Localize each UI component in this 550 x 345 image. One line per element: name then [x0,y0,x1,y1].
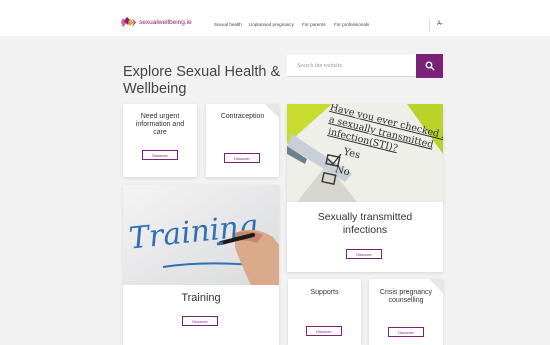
discover-button[interactable]: Discover [224,153,260,163]
logo-mark-icon [121,17,136,27]
nav-for-parents[interactable]: For parents [302,22,326,27]
language-icon[interactable]: A̶ [437,21,441,27]
logo-text: sexualwellbeing.ie [139,19,192,26]
discover-button[interactable]: Discover [346,249,382,259]
search-button[interactable] [416,54,443,78]
card-urgent-care: Need urgent information and care Discove… [123,104,197,177]
card-title: Supports [310,289,339,296]
training-photo: Training [123,185,279,285]
nav-for-professionals[interactable]: For professionals [334,22,369,27]
nav-unplanned-pregnancy[interactable]: Unplanned pregnancy [249,22,294,27]
card-training: Training Training Discover [123,185,279,345]
card-title: Training [181,292,221,304]
card-title: Contraception [220,113,265,120]
card-crisis-pregnancy: Crisis pregnancy counselling Discover [369,279,443,345]
card-contraception: Contraception Discover [206,104,279,177]
card-title: Sexually transmitted infections [317,211,413,236]
sti-photo: Have you ever checked for a sexually tra… [287,104,443,202]
discover-button[interactable]: Discover [142,150,178,160]
page-title: Explore Sexual Health & Wellbeing [123,63,281,98]
discover-button[interactable]: Discover [388,327,424,337]
card-sti: Have you ever checked for a sexually tra… [287,104,443,272]
site-logo[interactable]: sexualwellbeing.ie [121,17,192,28]
site-header: sexualwellbeing.ie Sexual health Unplann… [0,0,550,37]
card-title: Need urgent information and care [135,113,185,136]
card-title: Crisis pregnancy counselling [379,289,433,304]
discover-button[interactable]: Discover [306,326,342,336]
search-icon [425,61,435,71]
nav-divider [429,18,430,32]
card-supports: Supports Discover [288,279,361,345]
search-input[interactable] [287,55,416,77]
discover-button[interactable]: Discover [182,316,218,326]
nav-sexual-health[interactable]: Sexual health [214,22,242,27]
